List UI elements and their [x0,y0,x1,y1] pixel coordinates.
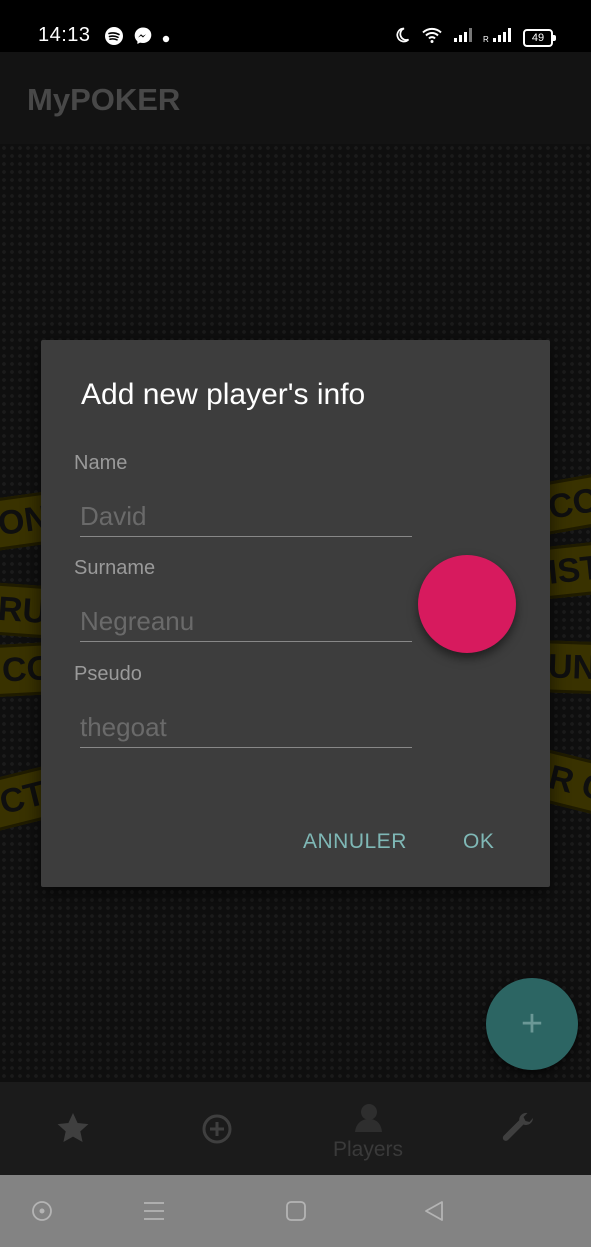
messenger-icon [133,26,153,51]
cancel-button[interactable]: ANNULER [303,830,407,854]
wifi-icon [421,26,443,49]
name-input[interactable]: David [80,496,412,537]
touch-indicator [418,555,516,653]
battery-icon: 49 [523,28,556,47]
roaming-signal-icon: R [483,27,513,48]
status-bar: 14:13 R 49 [0,0,591,52]
add-player-fab[interactable]: + [486,978,578,1070]
pseudo-input[interactable]: thegoat [80,707,412,748]
pseudo-label: Pseudo [74,663,142,685]
moon-icon [393,26,411,49]
dialog-title: Add new player's info [81,378,366,411]
nav-item-add[interactable] [157,1082,277,1175]
ok-button[interactable]: OK [463,830,494,854]
menu-icon[interactable] [141,1199,167,1228]
svg-text:R: R [483,35,489,43]
add-circle-icon [201,1113,233,1150]
plus-icon: + [520,1003,544,1045]
nav-item-favorites[interactable] [12,1082,132,1175]
nav-item-settings[interactable] [458,1082,578,1175]
name-label: Name [74,452,128,474]
dot-icon [162,30,170,48]
surname-input[interactable]: Negreanu [80,601,412,642]
player-icon [351,1102,383,1137]
home-icon[interactable] [284,1199,308,1228]
nav-label-players: Players [332,1138,404,1161]
star-icon [56,1112,90,1149]
wrench-icon [500,1112,536,1149]
bottom-nav: Players [0,1082,591,1175]
spotify-icon [104,26,124,51]
nav-item-players[interactable]: Players [308,1082,428,1175]
back-icon[interactable] [422,1199,446,1228]
status-time: 14:13 [38,24,91,46]
assistant-icon[interactable] [30,1199,54,1228]
signal-icon [453,27,473,48]
surname-label: Surname [74,557,156,579]
system-nav-bar [0,1175,591,1247]
